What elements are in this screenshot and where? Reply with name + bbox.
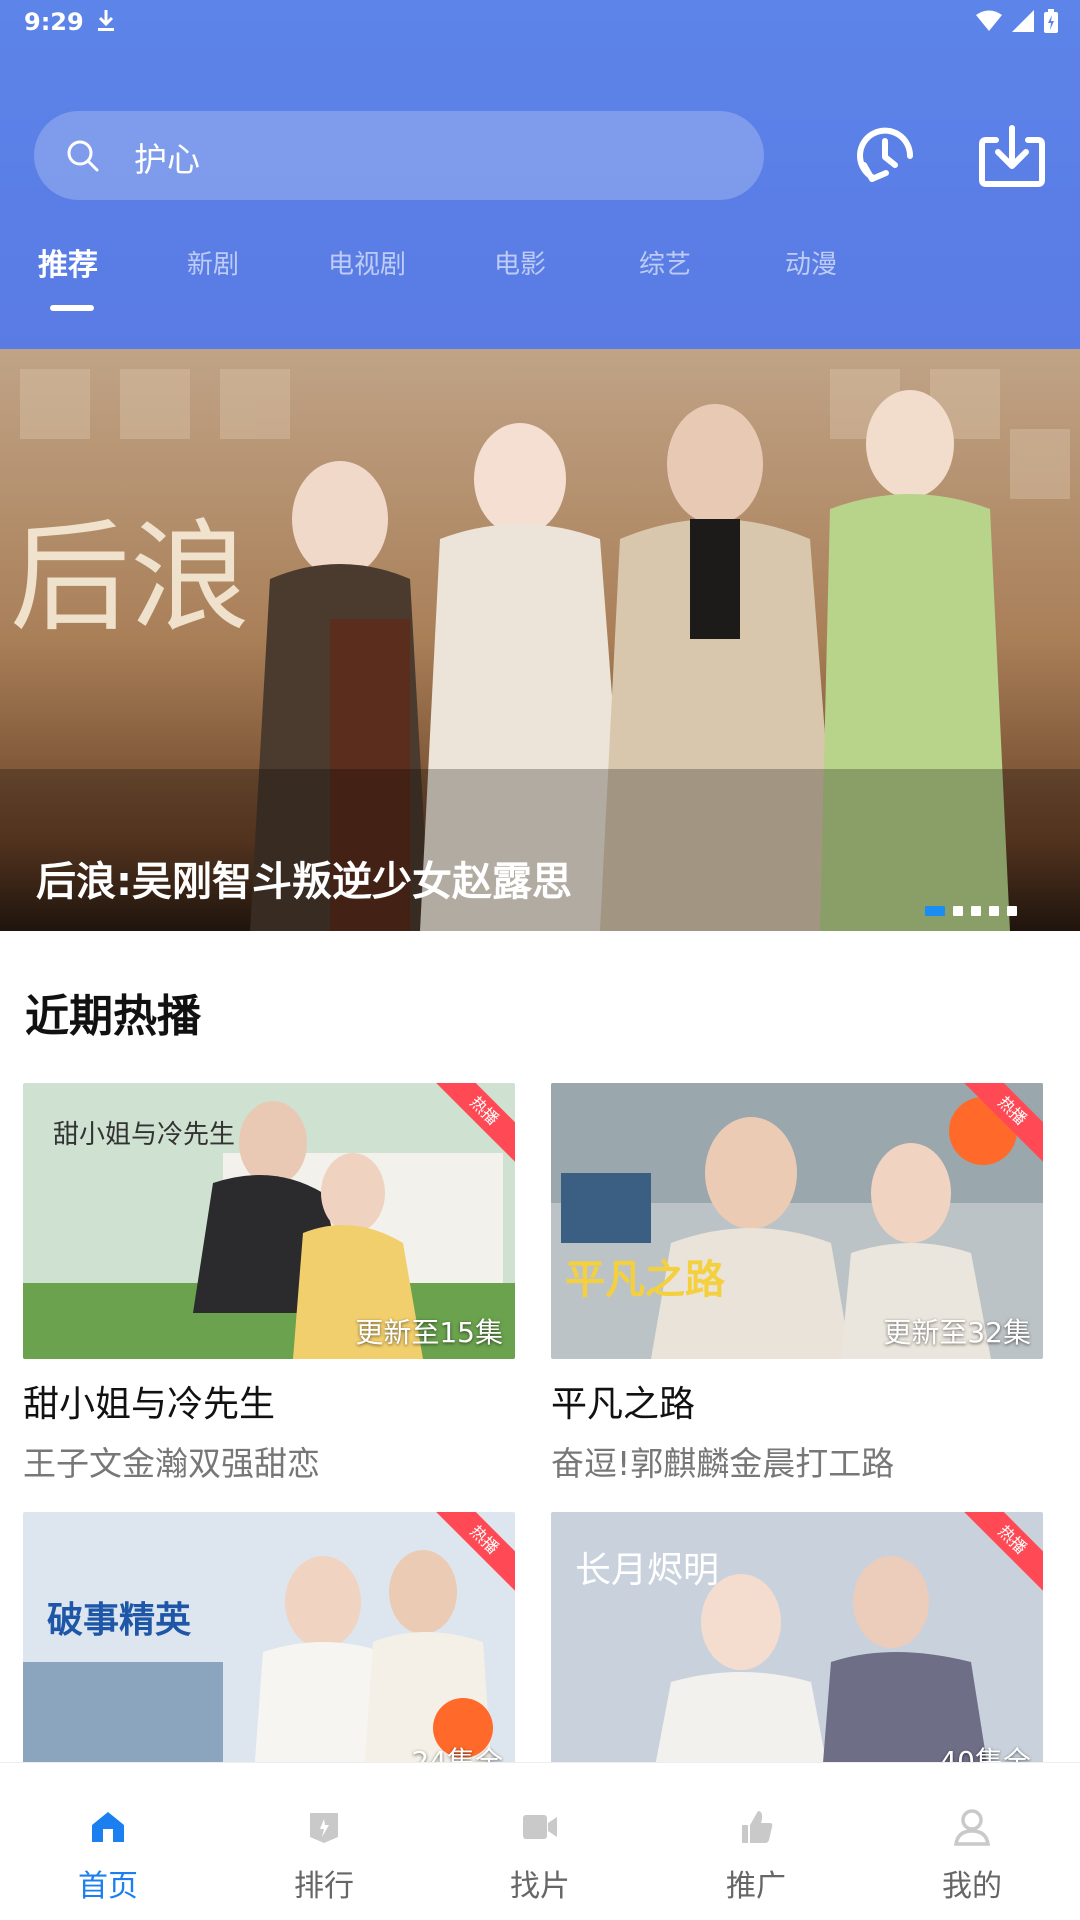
svg-text:平凡之路: 平凡之路 [565, 1257, 726, 1303]
show-card[interactable]: 平凡之路 热播 更新至32集 平凡之路 奋逗!郭麒麟金晨打工路 [551, 1083, 1043, 1485]
tab-anime[interactable]: 动漫 [785, 244, 837, 281]
wifi-icon [976, 10, 1002, 31]
carousel-dot [989, 906, 999, 916]
tab-recommended[interactable]: 推荐 [38, 240, 98, 284]
svg-text:甜小姐与冷先生: 甜小姐与冷先生 [53, 1120, 235, 1150]
show-thumbnail: 破事精英 热播 24集全 [23, 1512, 515, 1788]
download-icon[interactable] [978, 124, 1046, 188]
video-camera-icon [523, 1815, 557, 1839]
carousel-dot [971, 906, 981, 916]
nav-promote[interactable]: 推广 [648, 1763, 864, 1920]
episode-status: 更新至15集 [355, 1316, 503, 1349]
show-title: 平凡之路 [551, 1384, 696, 1425]
show-card[interactable]: 破事精英 热播 24集全 [23, 1512, 515, 1788]
nav-label: 首页 [78, 1869, 138, 1904]
header: 9:29 护心 推荐 新剧 电视剧 电影 综艺 动漫 [0, 0, 1080, 349]
tab-new-dramas[interactable]: 新剧 [187, 244, 239, 281]
nav-label: 推广 [726, 1869, 786, 1904]
carousel-dot [925, 906, 945, 916]
show-card[interactable]: 长月烬明 热播 40集全 [551, 1512, 1043, 1788]
status-icons [976, 9, 1058, 33]
banner-image: 后浪 [0, 349, 1080, 931]
show-thumbnail: 长月烬明 热播 40集全 [551, 1512, 1043, 1788]
carousel-dot [953, 906, 963, 916]
nav-profile[interactable]: 我的 [864, 1763, 1080, 1920]
nav-label: 我的 [942, 1869, 1002, 1904]
svg-text:破事精英: 破事精英 [47, 1600, 192, 1641]
show-subtitle: 王子文金瀚双强甜恋 [23, 1444, 320, 1483]
battery-icon [1044, 9, 1058, 33]
status-time: 9:29 [24, 8, 84, 36]
show-title: 甜小姐与冷先生 [23, 1384, 276, 1425]
tab-indicator [50, 305, 94, 311]
tab-tv-series[interactable]: 电视剧 [328, 244, 406, 281]
download-status-icon [98, 10, 114, 31]
carousel-dot [1007, 906, 1017, 916]
nav-ranking[interactable]: 排行 [216, 1763, 432, 1920]
nav-label: 排行 [294, 1869, 354, 1904]
episode-status: 更新至32集 [883, 1316, 1031, 1349]
nav-discover[interactable]: 找片 [432, 1763, 648, 1920]
show-thumbnail: 甜小姐与冷先生 热播 更新至15集 [23, 1083, 515, 1359]
svg-text:长月烬明: 长月烬明 [575, 1550, 719, 1591]
show-card[interactable]: 甜小姐与冷先生 热播 更新至15集 甜小姐与冷先生 王子文金瀚双强甜恋 [23, 1083, 515, 1485]
status-bar: 9:29 [0, 0, 1080, 44]
featured-banner[interactable]: 后浪 后浪:吴刚智斗叛逆少女赵露思 [0, 349, 1080, 931]
search-query: 护心 [134, 140, 200, 179]
ranking-icon [310, 1813, 338, 1843]
svg-text:后浪: 后浪 [10, 509, 250, 648]
user-icon [953, 1809, 991, 1846]
search-icon [67, 140, 99, 172]
banner-title: 后浪:吴刚智斗叛逆少女赵露思 [36, 859, 572, 905]
thumbs-up-icon [742, 1811, 773, 1843]
section-title: 近期热播 [25, 991, 201, 1042]
bottom-navigation: 首页 排行 找片 推广 我的 [0, 1762, 1080, 1920]
category-tabs: 推荐 新剧 电视剧 电影 综艺 动漫 [0, 244, 1080, 314]
history-icon[interactable] [850, 121, 920, 191]
signal-icon [1012, 10, 1034, 32]
carousel-indicator [925, 906, 1017, 916]
nav-home[interactable]: 首页 [0, 1763, 216, 1920]
show-subtitle: 奋逗!郭麒麟金晨打工路 [551, 1444, 895, 1483]
tab-variety[interactable]: 综艺 [639, 244, 691, 281]
search-bar[interactable]: 护心 [34, 111, 764, 200]
show-thumbnail: 平凡之路 热播 更新至32集 [551, 1083, 1043, 1359]
nav-label: 找片 [510, 1869, 570, 1904]
home-icon [92, 1812, 124, 1842]
app-screen: 9:29 护心 推荐 新剧 电视剧 电影 综艺 动漫 后浪 后浪:吴刚智斗叛逆少… [0, 0, 1080, 1920]
tab-movies[interactable]: 电影 [494, 244, 546, 281]
